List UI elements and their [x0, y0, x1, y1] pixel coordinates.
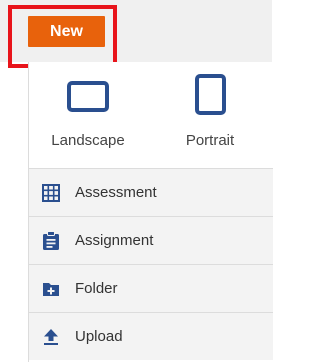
menu-item-label: Assessment [75, 184, 157, 201]
grid-icon [41, 183, 61, 203]
folder-add-icon [41, 279, 61, 299]
menu-item-folder[interactable]: Folder [29, 264, 273, 312]
menu-item-label: Upload [75, 328, 123, 345]
portrait-option[interactable]: Portrait [169, 62, 251, 168]
new-menu-panel: Landscape Portrait Assessment Assignment… [28, 62, 273, 362]
upload-icon [41, 327, 61, 347]
portrait-icon [195, 74, 226, 115]
landscape-label: Landscape [51, 132, 125, 149]
orientation-row: Landscape Portrait [29, 62, 273, 168]
menu-item-assessment[interactable]: Assessment [29, 168, 273, 216]
highlight-box [8, 5, 117, 68]
landscape-option[interactable]: Landscape [29, 62, 147, 168]
menu-item-assignment[interactable]: Assignment [29, 216, 273, 264]
menu-item-upload[interactable]: Upload [29, 312, 273, 360]
landscape-icon [67, 81, 109, 112]
menu-item-label: Assignment [75, 232, 154, 249]
menu-item-label: Folder [75, 280, 118, 297]
portrait-label: Portrait [185, 132, 235, 149]
clipboard-icon [41, 230, 61, 251]
